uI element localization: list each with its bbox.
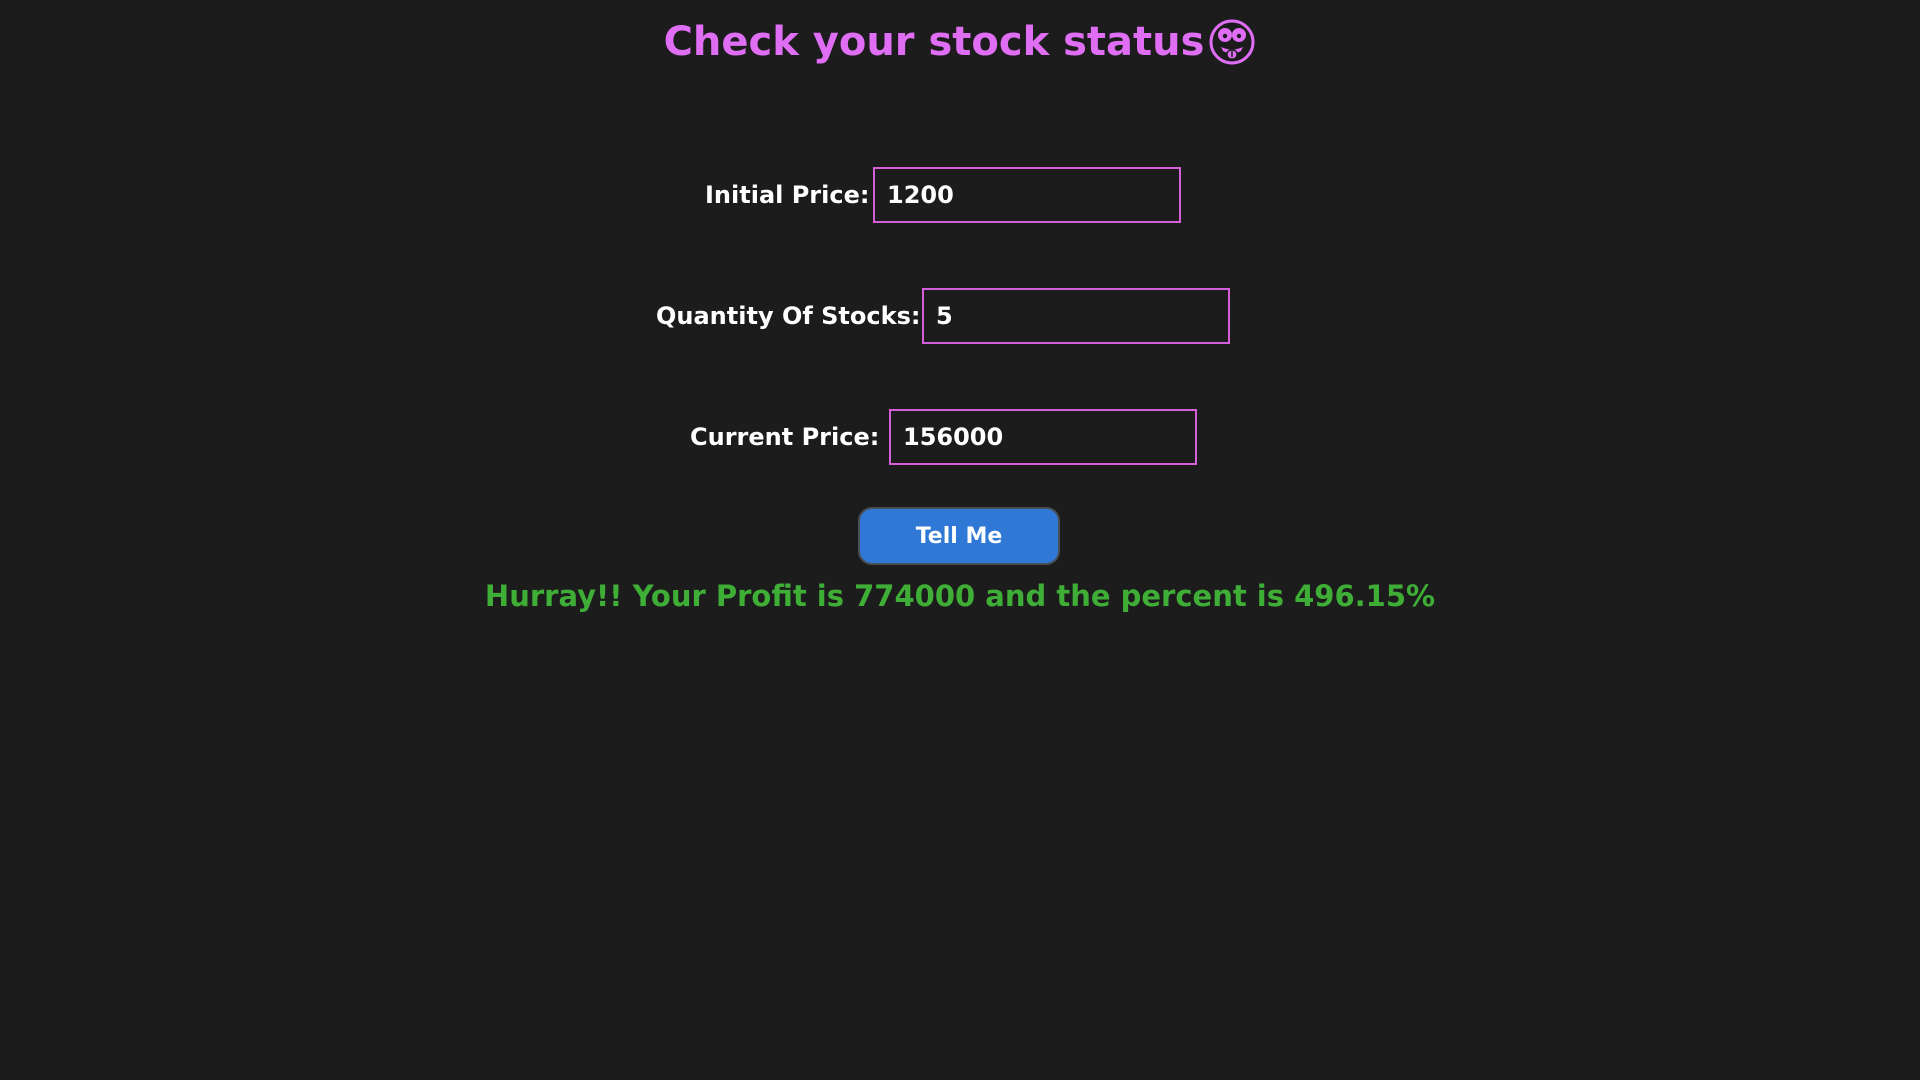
initial-price-input[interactable] [873,167,1181,223]
stock-checker-page: Check your stock status Initial Price: Q… [0,0,1920,1080]
tell-me-button[interactable]: Tell Me [858,507,1060,565]
current-price-input[interactable] [889,409,1197,465]
current-price-row: Current Price: [0,409,1920,465]
result-message: Hurray!! Your Profit is 774000 and the p… [484,579,1436,613]
page-title-text: Check your stock status [663,19,1205,65]
initial-price-row: Initial Price: [0,167,1920,223]
page-title: Check your stock status [0,14,1920,70]
quantity-label: Quantity Of Stocks: [656,302,921,330]
quantity-row: Quantity Of Stocks: [0,288,1920,344]
tongue-out-face-icon [1209,19,1255,65]
initial-price-label: Initial Price: [705,181,870,209]
current-price-label: Current Price: [690,423,880,451]
quantity-input[interactable] [922,288,1230,344]
